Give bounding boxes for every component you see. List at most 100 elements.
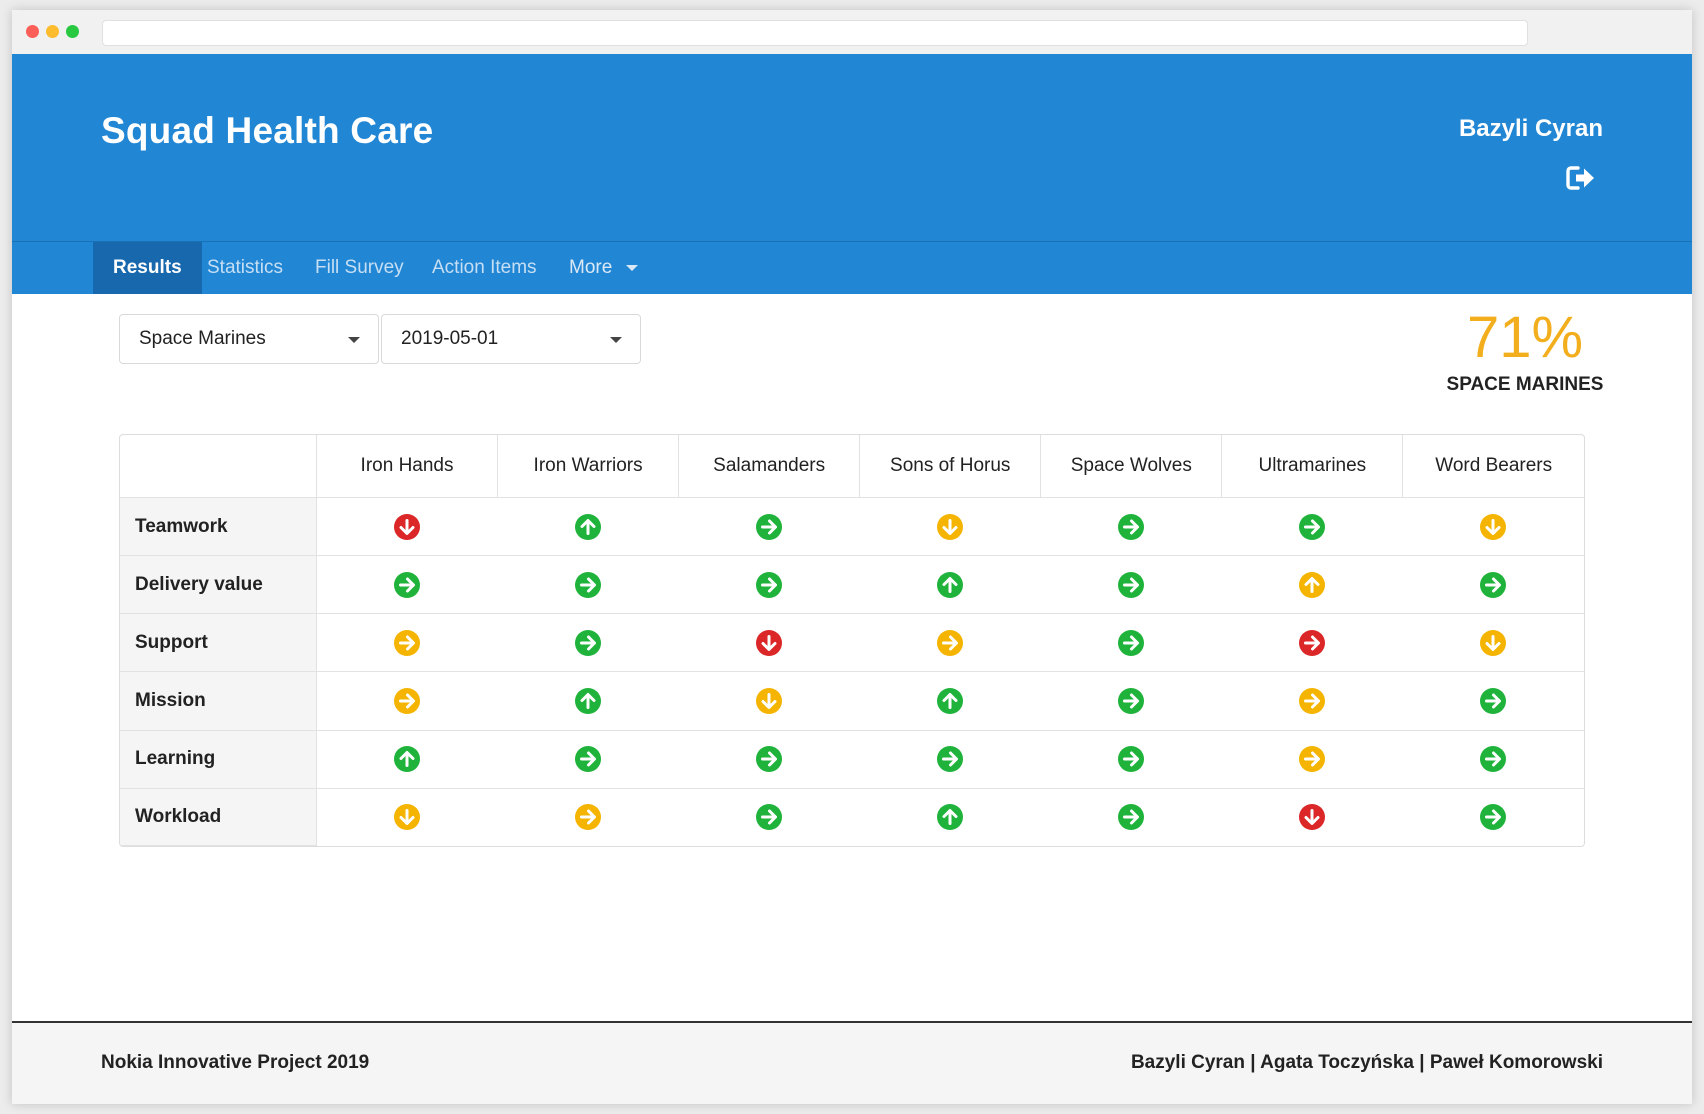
trend-cell [1403, 788, 1584, 845]
row-label: Teamwork [120, 497, 317, 557]
arrow-down-circle-icon [1480, 629, 1507, 656]
maximize-window-icon[interactable] [66, 25, 79, 38]
trend-cell [859, 730, 1041, 789]
trend-cell [678, 555, 860, 615]
results-table: Iron Hands Iron Warriors Salamanders Son… [119, 434, 1585, 847]
app-footer: Nokia Innovative Project 2019 Bazyli Cyr… [12, 1021, 1692, 1104]
column-header: Word Bearers [1402, 435, 1584, 498]
browser-window: Squad Health Care Bazyli Cyran Results S… [12, 10, 1692, 1104]
arrow-down-circle-icon [756, 688, 783, 715]
date-select-value: 2019-05-01 [401, 328, 499, 349]
arrow-right-circle-icon [1299, 629, 1326, 656]
arrow-up-circle-icon [575, 513, 602, 540]
column-header: Salamanders [678, 435, 860, 498]
arrow-up-circle-icon [937, 804, 964, 831]
trend-cell [316, 555, 498, 615]
sign-out-icon[interactable] [1566, 165, 1596, 191]
app-header: Squad Health Care Bazyli Cyran [12, 54, 1692, 241]
arrow-right-circle-icon [756, 571, 783, 598]
trend-cell [1221, 555, 1403, 615]
arrow-down-circle-icon [1480, 513, 1507, 540]
trend-cell [1040, 671, 1222, 731]
column-header: Ultramarines [1221, 435, 1403, 498]
trend-cell [1402, 613, 1584, 673]
nav-fill-survey[interactable]: Fill Survey [315, 242, 404, 294]
arrow-right-circle-icon [1118, 688, 1145, 715]
browser-titlebar [12, 10, 1692, 54]
trend-cell [1402, 497, 1584, 557]
trend-cell [497, 613, 679, 673]
nav-more-dropdown[interactable]: More [569, 242, 639, 294]
trend-cell [678, 730, 860, 789]
table-row: Mission [120, 671, 1584, 731]
arrow-right-circle-icon [937, 629, 964, 656]
trend-cell [859, 555, 1041, 615]
row-label: Workload [120, 788, 317, 846]
arrow-up-circle-icon [937, 688, 964, 715]
footer-authors: Bazyli Cyran | Agata Toczyńska | Paweł K… [1130, 1052, 1603, 1073]
trend-cell [1040, 730, 1222, 789]
trend-cell [859, 671, 1041, 731]
nav-action-items[interactable]: Action Items [432, 242, 537, 294]
trend-cell [317, 788, 498, 845]
arrow-right-circle-icon [1299, 513, 1326, 540]
minimize-window-icon[interactable] [46, 25, 59, 38]
arrow-right-circle-icon [1118, 746, 1145, 773]
row-label: Support [120, 613, 317, 673]
column-header: Iron Hands [315, 435, 498, 498]
arrow-down-circle-icon [1299, 804, 1326, 831]
arrow-right-circle-icon [394, 629, 421, 656]
table-row: Delivery value [120, 555, 1584, 615]
trend-cell [679, 788, 860, 845]
trend-cell [678, 497, 860, 557]
trend-cell [1221, 730, 1403, 789]
arrow-right-circle-icon [1299, 688, 1326, 715]
trend-cell [859, 497, 1041, 557]
arrow-right-circle-icon [756, 513, 783, 540]
trend-cell [497, 555, 679, 615]
nav-fill-survey-label: Fill Survey [315, 257, 404, 278]
trend-cell [1221, 613, 1403, 673]
nav-statistics-label: Statistics [207, 257, 284, 278]
table-row: Support [120, 613, 1584, 673]
arrow-right-circle-icon [756, 746, 783, 773]
row-label: Learning [120, 730, 317, 789]
trend-cell [1040, 613, 1222, 673]
date-select[interactable]: 2019-05-01 [381, 314, 641, 364]
arrow-right-circle-icon [1480, 571, 1507, 598]
arrow-down-circle-icon [394, 513, 421, 540]
arrow-up-circle-icon [937, 571, 964, 598]
arrow-up-circle-icon [394, 746, 421, 773]
user-name: Bazyli Cyran [1458, 115, 1603, 142]
trend-cell [497, 671, 679, 731]
table-header-row: Iron Hands Iron Warriors Salamanders Son… [120, 435, 1584, 498]
close-window-icon[interactable] [26, 25, 39, 38]
column-header: Iron Warriors [497, 435, 679, 498]
squad-select[interactable]: Space Marines [119, 314, 379, 364]
caret-down-icon [626, 264, 639, 271]
trend-cell [498, 788, 679, 845]
caret-down-icon [610, 337, 622, 343]
arrow-down-circle-icon [394, 804, 421, 831]
arrow-down-circle-icon [937, 513, 964, 540]
trend-cell [1402, 671, 1584, 731]
arrow-right-circle-icon [575, 746, 602, 773]
row-label: Delivery value [120, 555, 317, 615]
app-title: Squad Health Care [101, 110, 434, 151]
arrow-right-circle-icon [937, 746, 964, 773]
trend-cell [316, 730, 498, 789]
arrow-right-circle-icon [1118, 513, 1145, 540]
arrow-up-circle-icon [575, 688, 602, 715]
nav-statistics[interactable]: Statistics [207, 242, 283, 294]
table-row: Learning [120, 730, 1584, 789]
nav-results[interactable]: Results [93, 242, 202, 294]
arrow-right-circle-icon [1480, 746, 1507, 773]
address-bar[interactable] [102, 20, 1528, 46]
corner-cell [120, 435, 317, 498]
arrow-down-circle-icon [756, 629, 783, 656]
trend-cell [497, 497, 679, 557]
health-score-percent: 71% [1466, 305, 1584, 370]
trend-cell [860, 788, 1041, 845]
trend-cell [1040, 497, 1222, 557]
caret-down-icon [348, 337, 360, 343]
